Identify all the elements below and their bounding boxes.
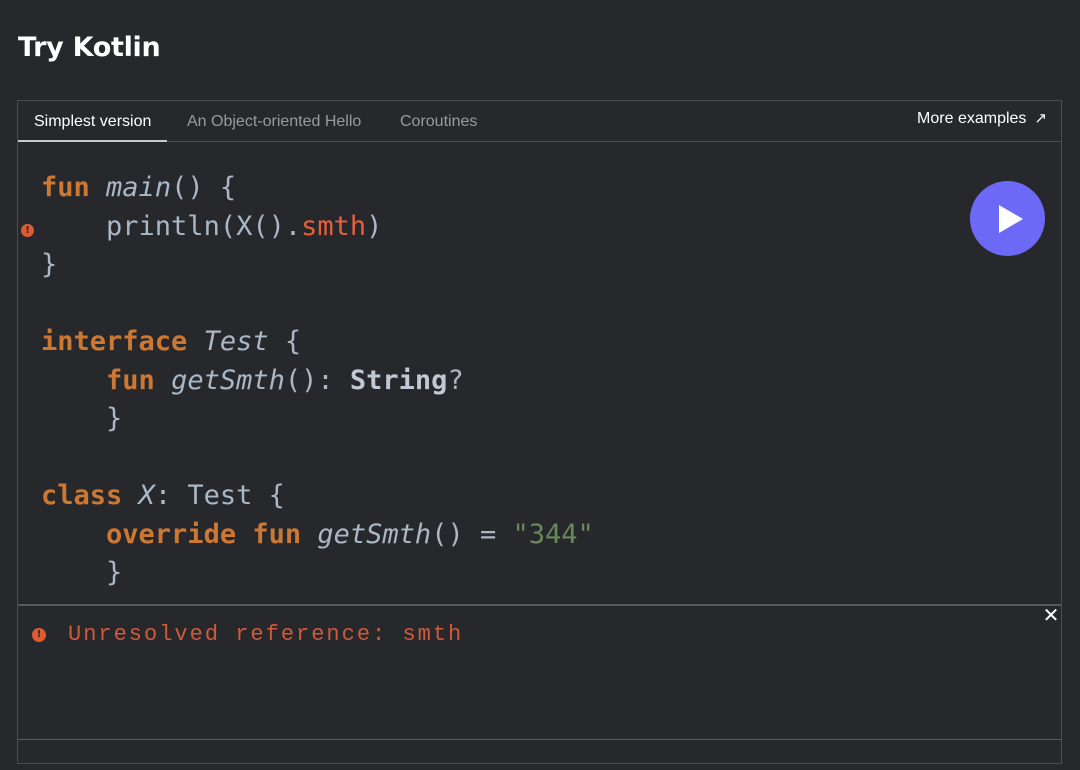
code-line: } (41, 557, 123, 588)
code-line: interface Test { (41, 326, 302, 357)
code-editor[interactable]: ! fun main() { println(X().smth)} interfa… (18, 142, 1061, 604)
code-line: class X: Test { (41, 480, 285, 511)
kotlin-playground: Simplest version An Object-oriented Hell… (17, 100, 1062, 764)
tab-simplest-version[interactable]: Simplest version (18, 101, 168, 142)
tab-object-oriented-hello[interactable]: An Object-oriented Hello (187, 101, 361, 141)
error-icon: ! (32, 628, 46, 642)
code-line: fun getSmth(): String? (106, 364, 464, 396)
run-button[interactable] (970, 181, 1045, 256)
examples-tabs: Simplest version An Object-oriented Hell… (18, 101, 1061, 142)
error-message: Unresolved reference: smth (68, 622, 464, 647)
code-line: fun main() { (41, 172, 237, 203)
more-examples-link[interactable]: More examples ↗ (917, 101, 1047, 139)
code-content[interactable]: fun main() { println(X().smth)} interface… (41, 169, 594, 593)
error-token: smth (301, 210, 367, 242)
close-icon[interactable]: ✕ (1042, 605, 1060, 625)
arrow-up-right-icon: ↗ (1034, 110, 1047, 127)
play-icon (999, 205, 1023, 233)
code-line: override fun getSmth() = "344" (106, 518, 594, 550)
code-line: println(X().smth) (106, 210, 383, 242)
console-output: ✕ ! Unresolved reference: smth (18, 604, 1061, 739)
code-line: } (41, 249, 58, 280)
tab-coroutines[interactable]: Coroutines (400, 101, 477, 141)
footer-bar (18, 739, 1061, 763)
more-examples-label: More examples (917, 110, 1027, 127)
page-title: Try Kotlin (18, 32, 161, 63)
gutter-error-icon: ! (21, 224, 34, 237)
code-line: } (41, 403, 123, 434)
